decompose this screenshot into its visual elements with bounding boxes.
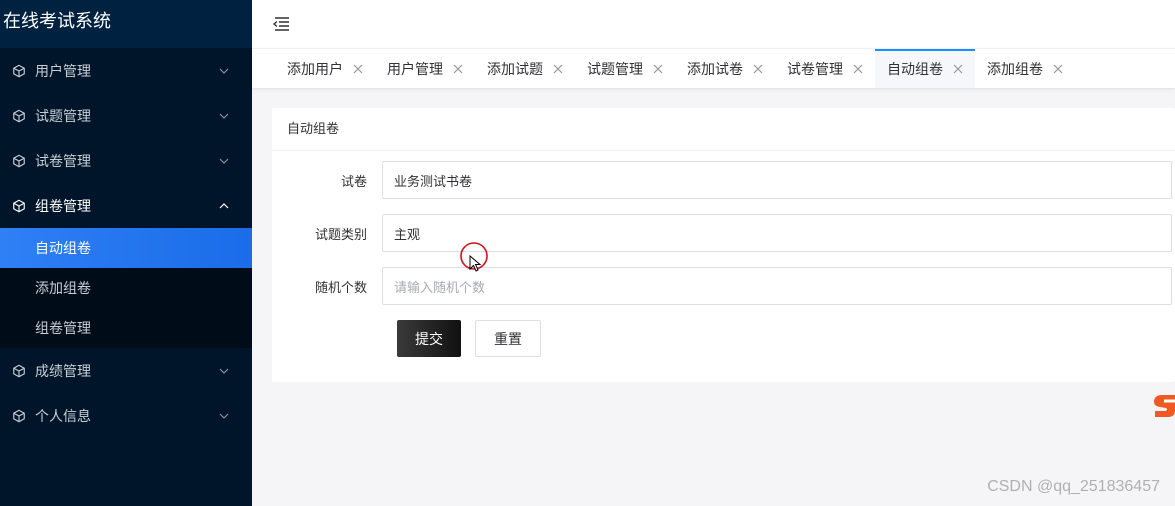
chevron-up-icon (218, 200, 230, 212)
mouse-cursor-icon (460, 242, 488, 272)
menu-label: 试题管理 (35, 108, 91, 125)
menu-paper-management[interactable]: 试卷管理 (0, 138, 252, 183)
watermark: CSDN @qq_251836457 (987, 478, 1160, 495)
tab-label: 用户管理 (387, 62, 443, 78)
tab-label: 试题管理 (587, 62, 643, 78)
category-label: 试题类别 (314, 227, 367, 243)
ime-logo-icon (1154, 395, 1175, 417)
random-count-input[interactable]: 请输入随机个数 (382, 267, 1172, 305)
close-icon[interactable] (453, 64, 463, 74)
tab-label: 添加用户 (287, 62, 343, 78)
cube-icon (12, 199, 26, 213)
chevron-down-icon (218, 110, 230, 122)
tab-paper-management[interactable]: 试卷管理 (775, 49, 875, 88)
close-icon[interactable] (753, 64, 763, 74)
chevron-down-icon (218, 365, 230, 377)
sidebar: 在线考试系统 用户管理 试题管理 试卷管理 组卷管理 自动组卷 添加组卷 组卷管… (0, 0, 252, 506)
submenu-item-compose-management[interactable]: 组卷管理 (0, 308, 252, 348)
close-icon[interactable] (353, 64, 363, 74)
tab-question-management[interactable]: 试题管理 (575, 49, 675, 88)
card-title: 自动组卷 (272, 108, 1175, 151)
tab-label: 自动组卷 (887, 62, 943, 78)
menu-user-management[interactable]: 用户管理 (0, 48, 252, 93)
tab-add-paper[interactable]: 添加试卷 (675, 49, 775, 88)
reset-button[interactable]: 重置 (475, 320, 541, 357)
paper-select[interactable]: 业务测试书卷 (382, 161, 1172, 199)
submenu-item-auto-compose[interactable]: 自动组卷 (0, 228, 252, 268)
cube-icon (12, 64, 26, 78)
form-row-random-count: 随机个数 请输入随机个数 (272, 267, 1172, 305)
menu-label: 试卷管理 (35, 153, 91, 170)
cube-icon (12, 409, 26, 423)
tab-label: 添加试卷 (687, 62, 743, 78)
tab-user-management[interactable]: 用户管理 (375, 49, 475, 88)
menu-label: 个人信息 (35, 408, 91, 425)
menu-fold-icon[interactable] (272, 16, 290, 32)
menu-score-management[interactable]: 成绩管理 (0, 348, 252, 393)
submenu-compose: 自动组卷 添加组卷 组卷管理 (0, 228, 252, 348)
tab-bar: 添加用户 用户管理 添加试题 试题管理 添加试卷 试卷管理 自动组卷 添加组卷 (252, 48, 1175, 89)
paper-label: 试卷 (340, 174, 367, 190)
submenu-item-add-compose[interactable]: 添加组卷 (0, 268, 252, 308)
tab-add-compose[interactable]: 添加组卷 (975, 49, 1075, 88)
menu-label: 用户管理 (35, 63, 91, 80)
tab-label: 试卷管理 (787, 62, 843, 78)
menu-question-management[interactable]: 试题管理 (0, 93, 252, 138)
close-icon[interactable] (653, 64, 663, 74)
menu-label: 成绩管理 (35, 363, 91, 380)
cube-icon (12, 109, 26, 123)
auto-compose-card: 自动组卷 试卷 业务测试书卷 试题类别 主观 随机个数 请输入随机个数 提交 重… (272, 108, 1175, 382)
random-count-label: 随机个数 (314, 280, 367, 296)
close-icon[interactable] (1053, 64, 1063, 74)
menu-label: 组卷管理 (35, 198, 91, 215)
chevron-down-icon (218, 155, 230, 167)
close-icon[interactable] (953, 64, 963, 74)
tab-add-question[interactable]: 添加试题 (475, 49, 575, 88)
tab-add-user[interactable]: 添加用户 (275, 49, 375, 88)
tab-auto-compose[interactable]: 自动组卷 (875, 49, 975, 88)
tab-label: 添加组卷 (987, 62, 1043, 78)
close-icon[interactable] (553, 64, 563, 74)
chevron-down-icon (218, 410, 230, 422)
close-icon[interactable] (853, 64, 863, 74)
cube-icon (12, 364, 26, 378)
category-select[interactable]: 主观 (382, 214, 1172, 252)
form-row-paper: 试卷 业务测试书卷 (272, 161, 1172, 199)
menu-personal-info[interactable]: 个人信息 (0, 393, 252, 438)
submit-button[interactable]: 提交 (397, 320, 461, 357)
menu-compose-management[interactable]: 组卷管理 (0, 183, 252, 228)
chevron-down-icon (218, 65, 230, 77)
top-header (252, 0, 1175, 48)
app-title: 在线考试系统 (0, 0, 252, 48)
cube-icon (12, 154, 26, 168)
form-row-category: 试题类别 主观 (272, 214, 1172, 252)
tab-label: 添加试题 (487, 62, 543, 78)
